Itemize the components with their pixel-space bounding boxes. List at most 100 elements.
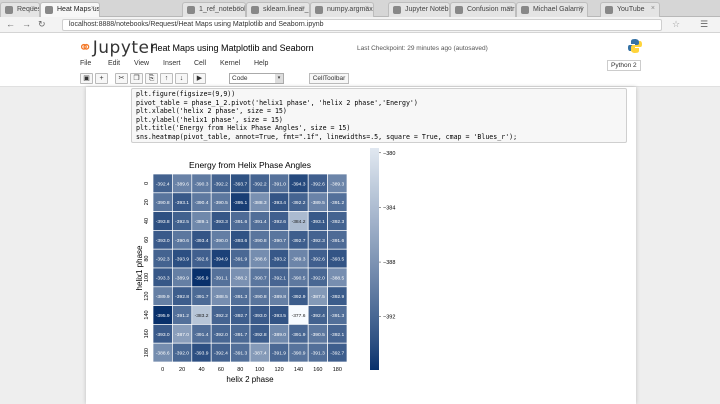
heatmap-cell-label: -394.3 — [292, 181, 306, 187]
reload-icon[interactable]: ↻ — [38, 19, 46, 30]
code-line: plt.ylabel('helix1 phase', size = 15) — [136, 115, 283, 124]
browser-tab[interactable]: Jupyter Notebo × — [388, 2, 450, 17]
heatmap-cell-label: -377.6 — [292, 313, 306, 319]
plus-icon[interactable]: + — [95, 73, 108, 84]
heatmap-cell-label: -393.4 — [195, 238, 209, 244]
heatmap-cell-label: -391.9 — [233, 257, 247, 263]
x-axis-label: helix 2 phase — [226, 375, 274, 384]
heatmap-cell-label: -390.3 — [195, 181, 209, 187]
favicon-icon — [393, 6, 401, 14]
menu-view[interactable]: View — [134, 60, 149, 67]
arrow-down-icon[interactable]: ↓ — [175, 73, 188, 84]
heatmap-cell-label: -391.7 — [233, 332, 247, 338]
run-icon[interactable]: ▶ — [193, 73, 206, 84]
y-tick-label: 60 — [144, 237, 150, 243]
jupyter-logo[interactable]: ⚭Jupyter — [78, 38, 157, 58]
browser-tab[interactable]: Michael Galarny × — [516, 2, 588, 17]
notebook-title[interactable]: Heat Maps using Matplotlib and Seaborn — [151, 43, 314, 53]
heatmap-cell-label: -393.1 — [311, 219, 325, 225]
url-field[interactable]: localhost:8888/notebooks/Request/Heat Ma… — [62, 19, 662, 31]
heatmap-cell-label: -392.7 — [292, 238, 306, 244]
heatmap-cell-label: -388.5 — [330, 275, 344, 281]
heatmap-cell-label: -393.3 — [156, 275, 170, 281]
y-tick-label: 160 — [144, 329, 150, 338]
save-icon[interactable]: ▣ — [80, 73, 93, 84]
arrow-up-icon[interactable]: ↑ — [160, 73, 173, 84]
browser-tab[interactable]: Request/× — [0, 2, 40, 17]
menu-kernel[interactable]: Kernel — [220, 60, 240, 67]
heatmap-cell-label: -391.6 — [330, 238, 344, 244]
x-tick-label: 180 — [333, 367, 342, 373]
menu-edit[interactable]: Edit — [108, 60, 120, 67]
browser-tab[interactable]: sklearn.linear_m × — [246, 2, 310, 17]
close-icon[interactable]: × — [651, 5, 655, 12]
menu-help[interactable]: Help — [254, 60, 268, 67]
heatmap-cell-label: -392.0 — [175, 351, 189, 357]
code-line: plt.title('Energy from Helix Phase Angle… — [136, 124, 351, 133]
heatmap-cell-label: -390.8 — [253, 238, 267, 244]
heatmap-cell-label: -395.9 — [195, 275, 209, 281]
jupyter-logo-text: Jupyter — [92, 38, 158, 58]
code-line: plt.figure(figsize=(9,9)) — [136, 90, 236, 98]
browser-tab[interactable]: Heat Maps usin× — [40, 2, 100, 17]
close-icon[interactable]: × — [31, 5, 35, 12]
heatmap-cell-label: -393.9 — [195, 351, 209, 357]
heatmap-cell-label: -392.2 — [214, 181, 228, 187]
favicon-icon — [605, 6, 613, 14]
copy-icon[interactable]: ❐ — [130, 73, 143, 84]
heatmap-cell-label: -393.2 — [272, 257, 286, 263]
favicon-icon — [455, 6, 463, 14]
heatmap-cell-label: -392.3 — [156, 257, 170, 263]
heatmap-cell-label: -393.8 — [156, 219, 170, 225]
heatmap-cell-label: -392.9 — [330, 294, 344, 300]
close-icon[interactable]: × — [365, 5, 369, 12]
heatmap-cell-label: -383.2 — [195, 313, 209, 319]
close-icon[interactable]: × — [301, 5, 305, 12]
paste-icon[interactable]: ⎘ — [145, 73, 158, 84]
star-icon[interactable]: ☆ — [672, 19, 680, 30]
browser-tab[interactable]: 1_ref_notebook × — [182, 2, 246, 17]
back-icon[interactable]: ← — [6, 19, 15, 29]
heatmap-cell-label: -393.7 — [233, 181, 247, 187]
cell-toolbar-button[interactable]: CellToolbar — [309, 73, 349, 84]
heatmap-cell-label: -389.5 — [311, 200, 325, 206]
forward-icon[interactable]: → — [22, 19, 31, 29]
close-icon[interactable]: × — [579, 5, 583, 12]
heatmap-cell-label: -390.5 — [311, 332, 325, 338]
heatmap-cell-label: -392.9 — [292, 294, 306, 300]
chart-title: Energy from Helix Phase Angles — [189, 160, 311, 170]
heatmap-cell-label: -389.9 — [175, 275, 189, 281]
browser-tab[interactable]: YouTube × — [600, 2, 660, 17]
x-tick-label: 100 — [255, 367, 264, 373]
close-icon[interactable]: × — [237, 5, 241, 12]
x-tick-label: 60 — [218, 367, 224, 373]
heatmap-cell-label: -392.4 — [214, 351, 228, 357]
browser-menu-icon[interactable]: ☰ — [700, 19, 708, 30]
close-icon[interactable]: × — [441, 5, 445, 12]
browser-tab[interactable]: Confusion matri × — [450, 2, 516, 17]
heatmap-cell-label: -393.9 — [175, 257, 189, 263]
heatmap-cell-label: -391.0 — [272, 181, 286, 187]
heatmap-cell-label: -395.1 — [233, 200, 247, 206]
cut-icon[interactable]: ✂ — [115, 73, 128, 84]
close-icon[interactable]: × — [507, 5, 511, 12]
y-axis-label: helix1 phase — [135, 245, 144, 290]
browser-tab[interactable]: numpy.argmax — N× — [310, 2, 374, 17]
heatmap-cell-label: -391.2 — [175, 313, 189, 319]
heatmap-cell-label: -390.4 — [195, 200, 209, 206]
heatmap-cell-label: -392.3 — [311, 238, 325, 244]
menu-insert[interactable]: Insert — [163, 60, 181, 67]
browser-tab-label: YouTube — [617, 6, 645, 13]
heatmap-cell-label: -392.6 — [195, 257, 209, 263]
heatmap-cell-label: -392.2 — [292, 200, 306, 206]
heatmap-cell-label: -393.0 — [156, 238, 170, 244]
x-tick-label: 20 — [179, 367, 185, 373]
heatmap-cell-label: -390.5 — [292, 275, 306, 281]
close-icon[interactable]: × — [91, 5, 95, 12]
heatmap-cell-label: -388.3 — [253, 200, 267, 206]
cell-type-select[interactable]: Code ▾ — [229, 73, 284, 84]
menu-cell[interactable]: Cell — [194, 60, 206, 67]
heatmap-cell-label: -387.5 — [311, 294, 325, 300]
menu-file[interactable]: File — [80, 60, 91, 67]
heatmap-cell-label: -395.9 — [156, 313, 170, 319]
